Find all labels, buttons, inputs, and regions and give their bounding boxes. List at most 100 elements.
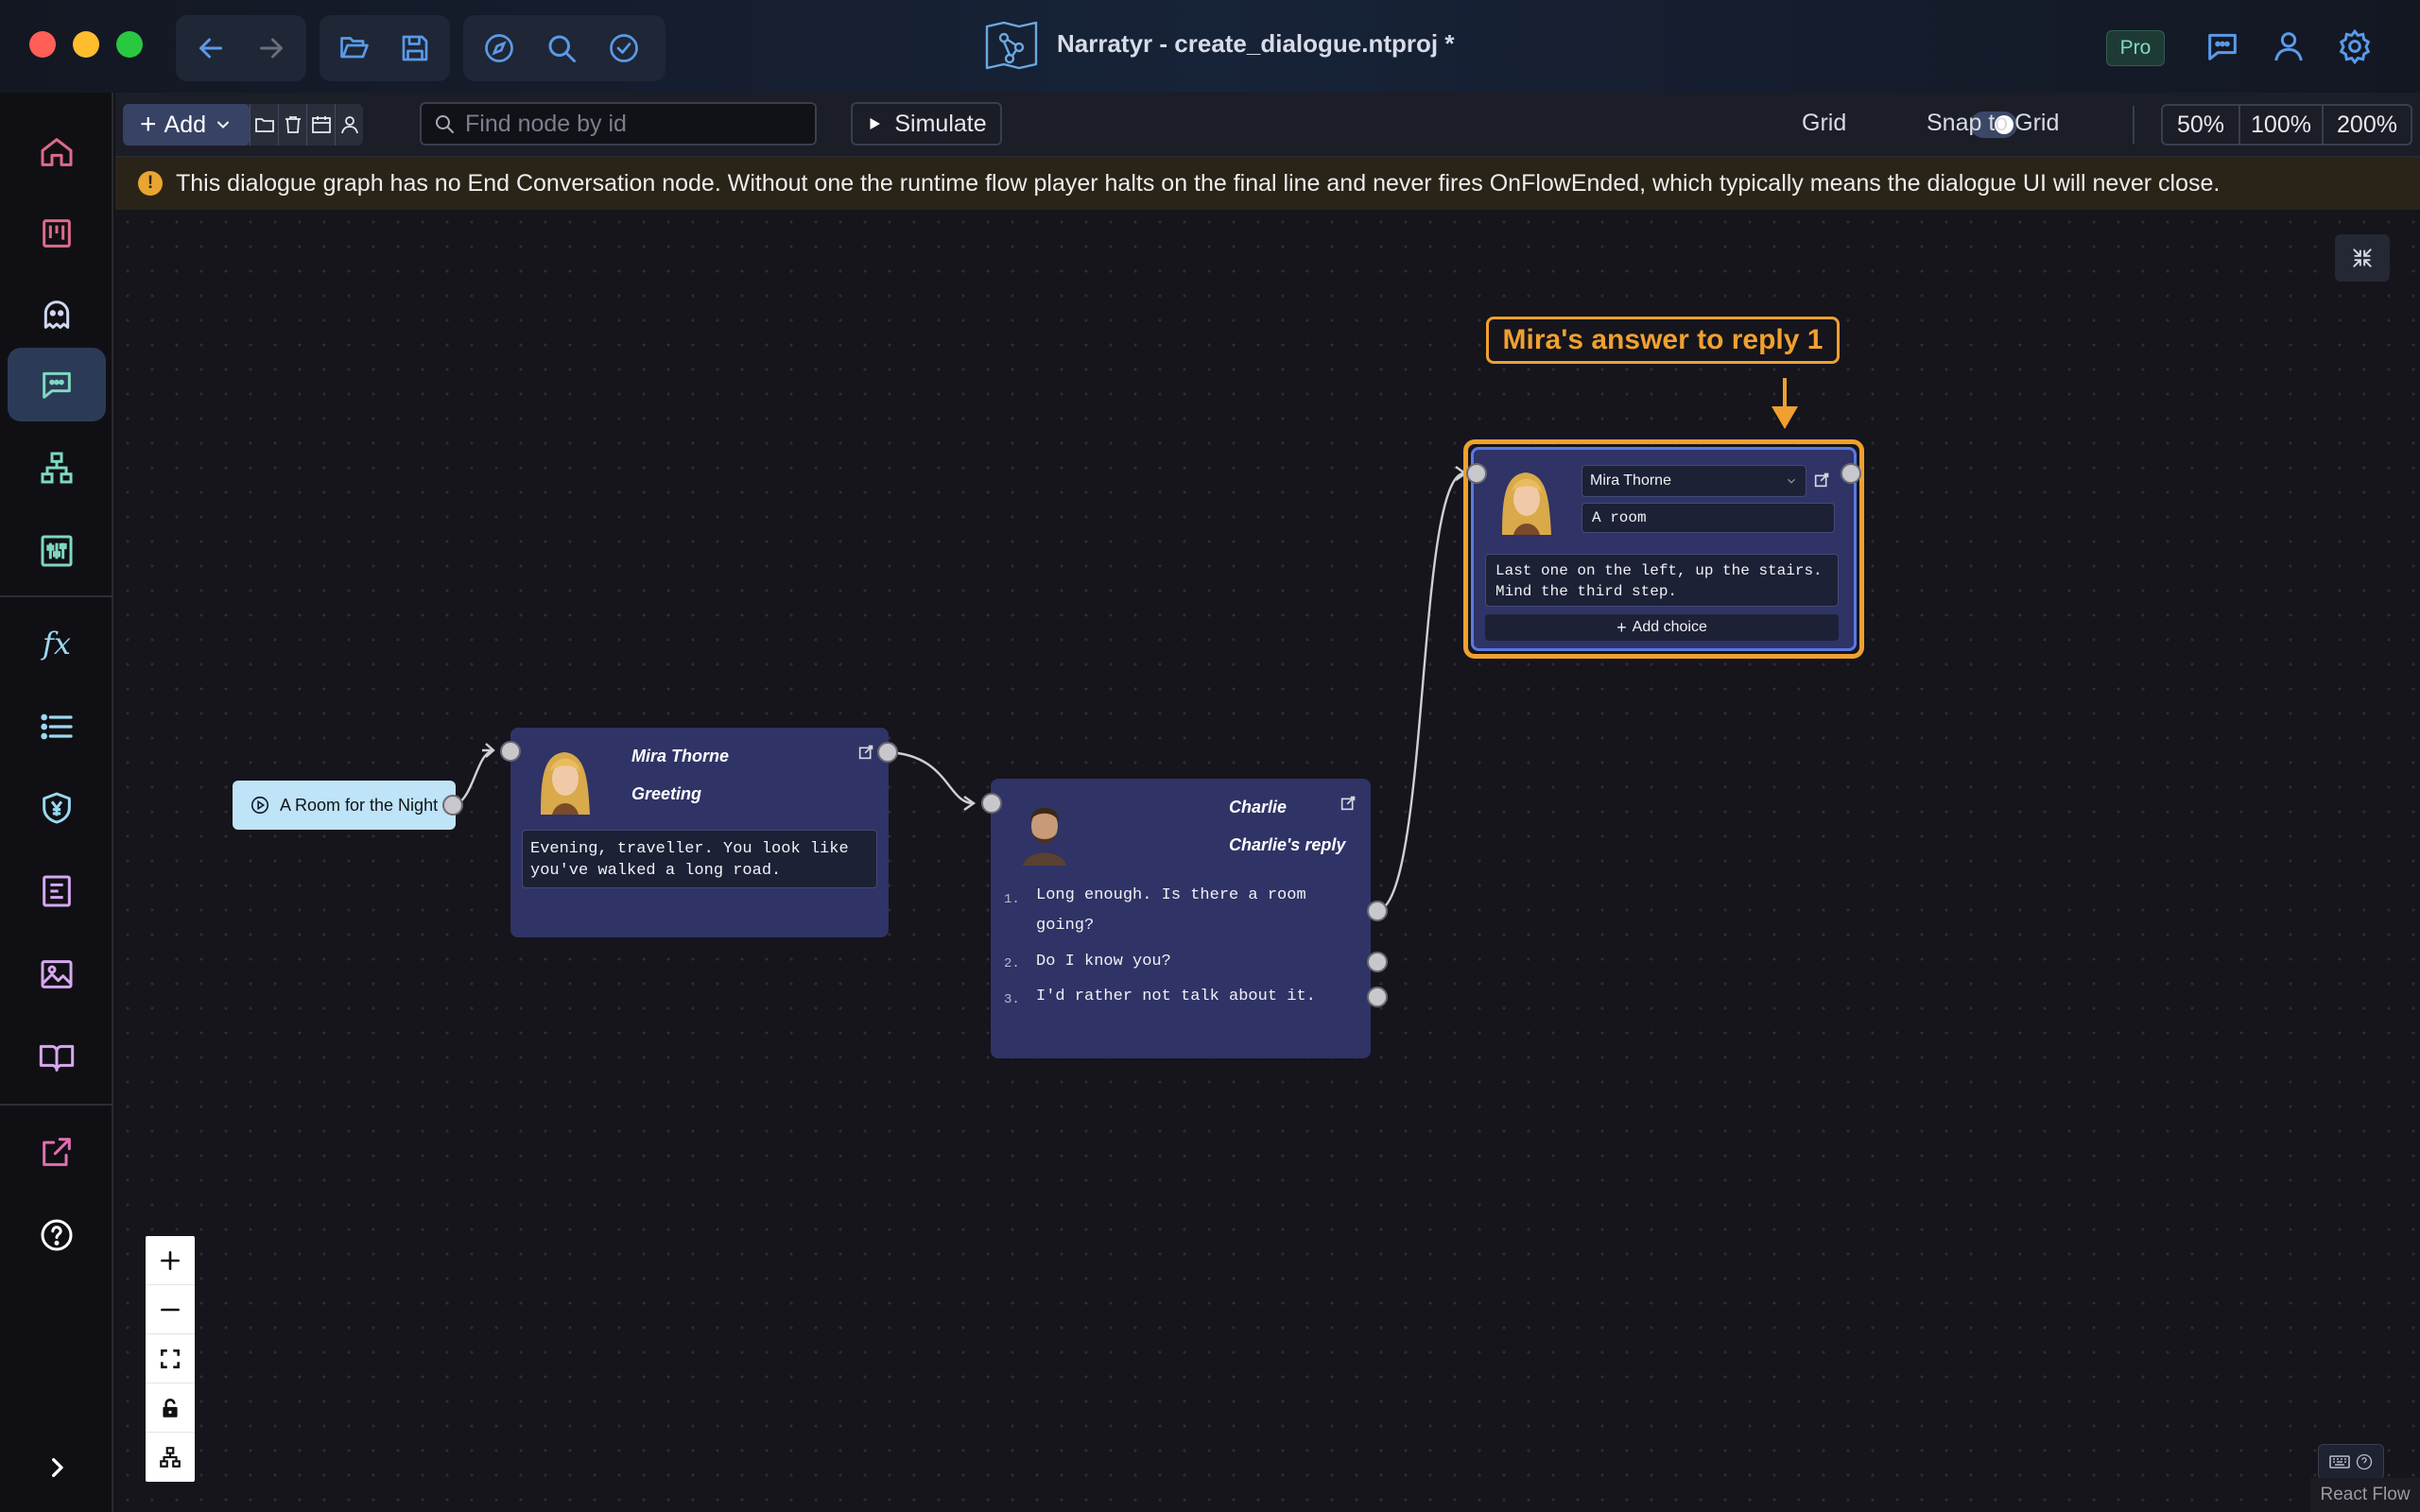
- delete-button[interactable]: [278, 104, 306, 146]
- minimize-window-button[interactable]: [73, 31, 99, 58]
- find-node-input[interactable]: [465, 110, 805, 138]
- add-character-button[interactable]: [335, 104, 363, 146]
- open-button[interactable]: [327, 20, 382, 77]
- help-icon: [41, 1219, 73, 1251]
- gear-icon: [2339, 28, 2371, 65]
- answer-output-handle[interactable]: [1841, 463, 1861, 484]
- sidebar-item-documents[interactable]: [8, 854, 106, 928]
- fit-view-button[interactable]: [146, 1334, 195, 1383]
- zoom-200-button[interactable]: 200%: [2322, 104, 2412, 146]
- navigate-button[interactable]: [471, 20, 527, 77]
- reply-title: Charlie's reply: [1229, 835, 1346, 854]
- chat-icon: [2208, 33, 2237, 60]
- greeting-input-handle[interactable]: [500, 741, 521, 762]
- settings-button[interactable]: [2333, 25, 2377, 68]
- react-flow-attribution[interactable]: React Flow: [2310, 1478, 2420, 1512]
- keyboard-help-button[interactable]: [2318, 1444, 2384, 1480]
- answer-node[interactable]: Mira Thorne A room Last one on the left,…: [1471, 447, 1857, 651]
- flow-canvas[interactable]: A Room for the Night Mira Thorne Greetin…: [115, 210, 2420, 1512]
- sidebar-item-board[interactable]: [8, 197, 106, 270]
- choice-number: 2.: [1004, 956, 1020, 971]
- auto-layout-button[interactable]: [146, 1433, 195, 1482]
- chevron-down-icon: [1788, 478, 1795, 484]
- expand-node-icon[interactable]: [856, 741, 877, 762]
- book-icon: [39, 1044, 75, 1072]
- answer-title-field[interactable]: A room: [1582, 503, 1835, 533]
- zoom-50-button[interactable]: 50%: [2161, 104, 2240, 146]
- greeting-text[interactable]: Evening, traveller. You look like you've…: [522, 830, 877, 888]
- search-button[interactable]: [533, 20, 590, 77]
- sidebar-expand-button[interactable]: [8, 1431, 106, 1504]
- hierarchy-icon: [41, 452, 73, 484]
- folder-open-icon: [340, 37, 369, 59]
- save-icon: [402, 35, 428, 61]
- chevron-right-icon: [52, 1458, 63, 1477]
- history-group: [176, 15, 306, 81]
- validate-button[interactable]: [596, 20, 652, 77]
- edge-reply1-answer: [1375, 472, 1464, 913]
- add-choice-label: Add choice: [1632, 619, 1707, 635]
- choice-2-output-handle[interactable]: [1367, 952, 1388, 972]
- sidebar-item-images[interactable]: [8, 937, 106, 1011]
- reply-node[interactable]: Charlie Charlie's reply 1. Long enough. …: [991, 779, 1371, 1058]
- app-title: Narratyr - create_dialogue.ntproj *: [1057, 29, 1455, 58]
- fullscreen-button[interactable]: [2335, 234, 2390, 282]
- sidebar-item-home[interactable]: [8, 115, 106, 189]
- maximize-window-button[interactable]: [116, 31, 143, 58]
- sidebar-item-dialogue[interactable]: [8, 348, 106, 421]
- speaker-select[interactable]: Mira Thorne: [1582, 465, 1806, 497]
- choice-item[interactable]: Long enough. Is there a room going?: [1036, 881, 1310, 941]
- zoom-in-button[interactable]: [146, 1236, 195, 1285]
- answer-input-handle[interactable]: [1466, 463, 1487, 484]
- list-icon: [41, 713, 73, 740]
- choice-1-output-handle[interactable]: [1367, 901, 1388, 921]
- arrow-right-icon: [260, 38, 283, 59]
- expand-node-icon[interactable]: [1812, 469, 1833, 490]
- simulate-button[interactable]: Simulate: [851, 102, 1002, 146]
- add-node-group: + Add: [123, 104, 363, 146]
- sidebar-item-list[interactable]: [8, 690, 106, 764]
- search-icon: [548, 35, 576, 62]
- sidebar-item-functions[interactable]: fx: [8, 607, 106, 680]
- greeting-output-handle[interactable]: [877, 742, 898, 763]
- edge-arrowhead: [482, 743, 495, 758]
- choice-3-output-handle[interactable]: [1367, 987, 1388, 1007]
- sidebar-item-export[interactable]: [8, 1115, 106, 1189]
- expand-node-icon[interactable]: [1339, 792, 1359, 813]
- close-window-button[interactable]: [29, 31, 56, 58]
- choice-item[interactable]: I'd rather not talk about it.: [1036, 982, 1357, 1012]
- sidebar-item-help[interactable]: [8, 1198, 106, 1272]
- add-choice-button[interactable]: + Add choice: [1485, 614, 1839, 641]
- zoom-out-button[interactable]: [146, 1285, 195, 1334]
- mira-avatar: [531, 743, 597, 815]
- account-button[interactable]: [2267, 25, 2310, 68]
- zoom-100-button[interactable]: 100%: [2238, 104, 2324, 146]
- arrow-left-icon: [199, 38, 222, 59]
- pro-badge[interactable]: Pro: [2106, 30, 2165, 66]
- sidebar-item-tree[interactable]: [8, 431, 106, 505]
- calendar-button[interactable]: [306, 104, 335, 146]
- answer-text[interactable]: Last one on the left, up the stairs. Min…: [1485, 554, 1839, 607]
- start-node[interactable]: A Room for the Night: [233, 781, 456, 830]
- help-icon: [2356, 1453, 2373, 1470]
- person-icon: [340, 116, 358, 134]
- edge-start-greeting: [455, 748, 494, 807]
- greeting-node[interactable]: Mira Thorne Greeting Evening, traveller.…: [510, 728, 889, 937]
- feedback-button[interactable]: [2201, 25, 2244, 68]
- lock-button[interactable]: [146, 1383, 195, 1433]
- back-button[interactable]: [183, 20, 238, 77]
- sidebar-item-currency[interactable]: [8, 771, 106, 845]
- sidebar-item-characters[interactable]: [8, 278, 106, 352]
- forward-button[interactable]: [244, 20, 299, 77]
- check-circle-icon: [610, 34, 638, 62]
- start-node-output-handle[interactable]: [442, 795, 463, 816]
- save-button[interactable]: [388, 20, 442, 77]
- sidebar-divider: [0, 595, 113, 597]
- search-icon: [436, 115, 454, 133]
- sidebar-item-variables[interactable]: [8, 514, 106, 588]
- add-button[interactable]: + Add: [123, 104, 250, 146]
- choice-item[interactable]: Do I know you?: [1036, 947, 1310, 977]
- sidebar-item-book[interactable]: [8, 1021, 106, 1094]
- reply-input-handle[interactable]: [981, 793, 1002, 814]
- new-folder-button[interactable]: [250, 104, 278, 146]
